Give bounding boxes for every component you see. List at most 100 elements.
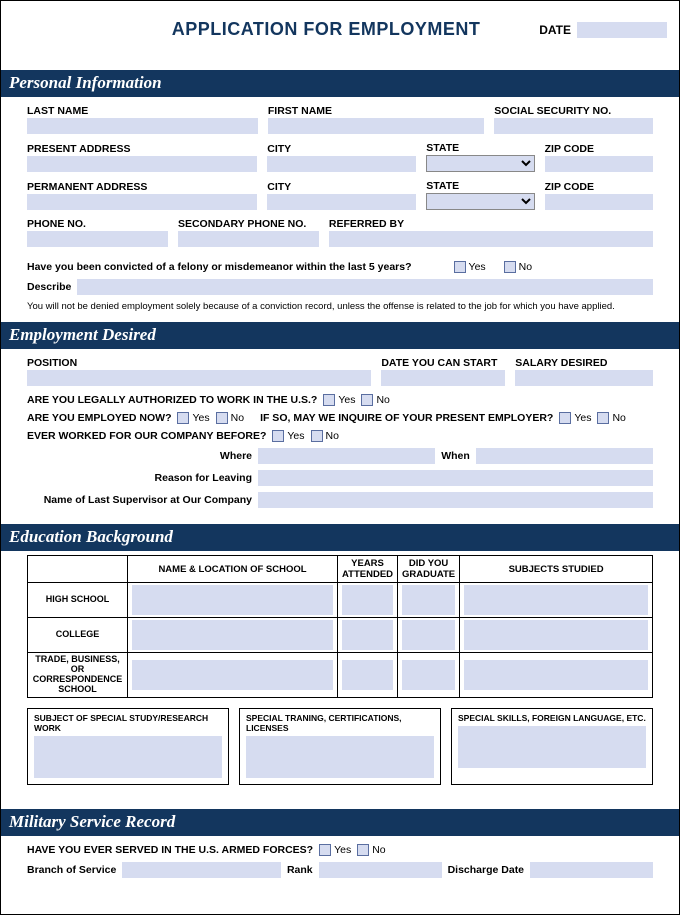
authorized-yes-checkbox[interactable] xyxy=(323,394,335,406)
permanent-state-select[interactable] xyxy=(426,193,534,210)
section-military-body: HAVE YOU EVER SERVED IN THE U.S. ARMED F… xyxy=(13,836,667,894)
training-box: SPECIAL TRANING, CERTIFICATIONS, LICENSE… xyxy=(239,708,441,785)
position-label: POSITION xyxy=(27,357,371,369)
trade-school-field[interactable] xyxy=(132,660,333,690)
table-row: TRADE, BUSINESS, OR CORRESPONDENCE SCHOO… xyxy=(28,653,653,698)
when-field[interactable] xyxy=(476,448,653,464)
yes-label: Yes xyxy=(338,394,355,406)
discharge-field[interactable] xyxy=(530,862,653,878)
first-name-field[interactable] xyxy=(268,118,484,134)
research-field[interactable] xyxy=(34,736,222,778)
col-school: NAME & LOCATION OF SCHOOL xyxy=(128,556,338,583)
no-label: No xyxy=(612,412,625,424)
present-state-select[interactable] xyxy=(426,155,534,172)
worked-before-no-checkbox[interactable] xyxy=(311,430,323,442)
permanent-zip-field[interactable] xyxy=(545,194,653,210)
hs-years-field[interactable] xyxy=(342,585,393,615)
rank-label: Rank xyxy=(287,864,313,876)
section-education-header: Education Background xyxy=(1,524,679,551)
supervisor-field[interactable] xyxy=(258,492,653,508)
header: APPLICATION FOR EMPLOYMENT DATE xyxy=(13,11,667,40)
skills-box: SPECIAL SKILLS, FOREIGN LANGUAGE, ETC. xyxy=(451,708,653,785)
trade-subjects-field[interactable] xyxy=(464,660,648,690)
ssn-label: SOCIAL SECURITY NO. xyxy=(494,105,653,117)
row-highschool: HIGH SCHOOL xyxy=(28,583,128,618)
supervisor-label: Name of Last Supervisor at Our Company xyxy=(27,494,252,506)
authorized-question: ARE YOU LEGALLY AUTHORIZED TO WORK IN TH… xyxy=(27,394,317,406)
felony-question: Have you been convicted of a felony or m… xyxy=(27,261,412,273)
col-graduate: DID YOU GRADUATE xyxy=(398,556,460,583)
hs-subjects-field[interactable] xyxy=(464,585,648,615)
served-yes-checkbox[interactable] xyxy=(319,844,331,856)
served-question: HAVE YOU EVER SERVED IN THE U.S. ARMED F… xyxy=(27,844,313,856)
row-college: COLLEGE xyxy=(28,618,128,653)
employed-no-checkbox[interactable] xyxy=(216,412,228,424)
employed-yes-checkbox[interactable] xyxy=(177,412,189,424)
start-date-field[interactable] xyxy=(381,370,505,386)
present-address-field[interactable] xyxy=(27,156,257,172)
no-label: No xyxy=(519,261,532,273)
city-label-2: CITY xyxy=(267,181,416,193)
college-subjects-field[interactable] xyxy=(464,620,648,650)
reason-field[interactable] xyxy=(258,470,653,486)
col-subjects: SUBJECTS STUDIED xyxy=(460,556,653,583)
no-label: No xyxy=(231,412,244,424)
worked-before-question: EVER WORKED FOR OUR COMPANY BEFORE? xyxy=(27,430,266,442)
training-field[interactable] xyxy=(246,736,434,778)
yes-label: Yes xyxy=(334,844,351,856)
felony-yes-checkbox[interactable] xyxy=(454,261,466,273)
permanent-address-label: PERMANENT ADDRESS xyxy=(27,181,257,193)
research-box: SUBJECT OF SPECIAL STUDY/RESEARCH WORK xyxy=(27,708,229,785)
section-employment-header: Employment Desired xyxy=(1,322,679,349)
first-name-label: FIRST NAME xyxy=(268,105,484,117)
college-years-field[interactable] xyxy=(342,620,393,650)
permanent-city-field[interactable] xyxy=(267,194,416,210)
secondary-phone-field[interactable] xyxy=(178,231,319,247)
employed-question: ARE YOU EMPLOYED NOW? xyxy=(27,412,171,424)
describe-field[interactable] xyxy=(77,279,653,295)
hs-graduate-field[interactable] xyxy=(402,585,455,615)
date-label: DATE xyxy=(539,23,571,37)
education-table: NAME & LOCATION OF SCHOOL YEARS ATTENDED… xyxy=(27,555,653,698)
rank-field[interactable] xyxy=(319,862,442,878)
secondary-phone-label: SECONDARY PHONE NO. xyxy=(178,218,319,230)
trade-graduate-field[interactable] xyxy=(402,660,455,690)
table-row: HIGH SCHOOL xyxy=(28,583,653,618)
phone-label: PHONE NO. xyxy=(27,218,168,230)
yes-label: Yes xyxy=(192,412,209,424)
branch-field[interactable] xyxy=(122,862,281,878)
permanent-address-field[interactable] xyxy=(27,194,257,210)
present-zip-field[interactable] xyxy=(545,156,653,172)
college-graduate-field[interactable] xyxy=(402,620,455,650)
section-personal-header: Personal Information xyxy=(1,70,679,97)
inquire-no-checkbox[interactable] xyxy=(597,412,609,424)
where-label: Where xyxy=(27,450,252,462)
salary-field[interactable] xyxy=(515,370,653,386)
date-field[interactable] xyxy=(577,22,667,38)
phone-field[interactable] xyxy=(27,231,168,247)
last-name-field[interactable] xyxy=(27,118,258,134)
served-no-checkbox[interactable] xyxy=(357,844,369,856)
state-label-1: STATE xyxy=(426,142,534,154)
research-label: SUBJECT OF SPECIAL STUDY/RESEARCH WORK xyxy=(34,713,222,733)
referred-by-field[interactable] xyxy=(329,231,653,247)
section-education-body: NAME & LOCATION OF SCHOOL YEARS ATTENDED… xyxy=(13,555,667,795)
section-employment-body: POSITION DATE YOU CAN START SALARY DESIR… xyxy=(13,349,667,524)
trade-years-field[interactable] xyxy=(342,660,393,690)
branch-label: Branch of Service xyxy=(27,864,116,876)
zip-label-2: ZIP CODE xyxy=(545,181,653,193)
authorized-no-checkbox[interactable] xyxy=(361,394,373,406)
worked-before-yes-checkbox[interactable] xyxy=(272,430,284,442)
section-personal-body: LAST NAME FIRST NAME SOCIAL SECURITY NO.… xyxy=(13,97,667,322)
application-form: APPLICATION FOR EMPLOYMENT DATE Personal… xyxy=(0,0,680,915)
skills-field[interactable] xyxy=(458,726,646,768)
college-school-field[interactable] xyxy=(132,620,333,650)
ssn-field[interactable] xyxy=(494,118,653,134)
hs-school-field[interactable] xyxy=(132,585,333,615)
position-field[interactable] xyxy=(27,370,371,386)
salary-label: SALARY DESIRED xyxy=(515,357,653,369)
felony-no-checkbox[interactable] xyxy=(504,261,516,273)
where-field[interactable] xyxy=(258,448,435,464)
inquire-yes-checkbox[interactable] xyxy=(559,412,571,424)
present-city-field[interactable] xyxy=(267,156,416,172)
